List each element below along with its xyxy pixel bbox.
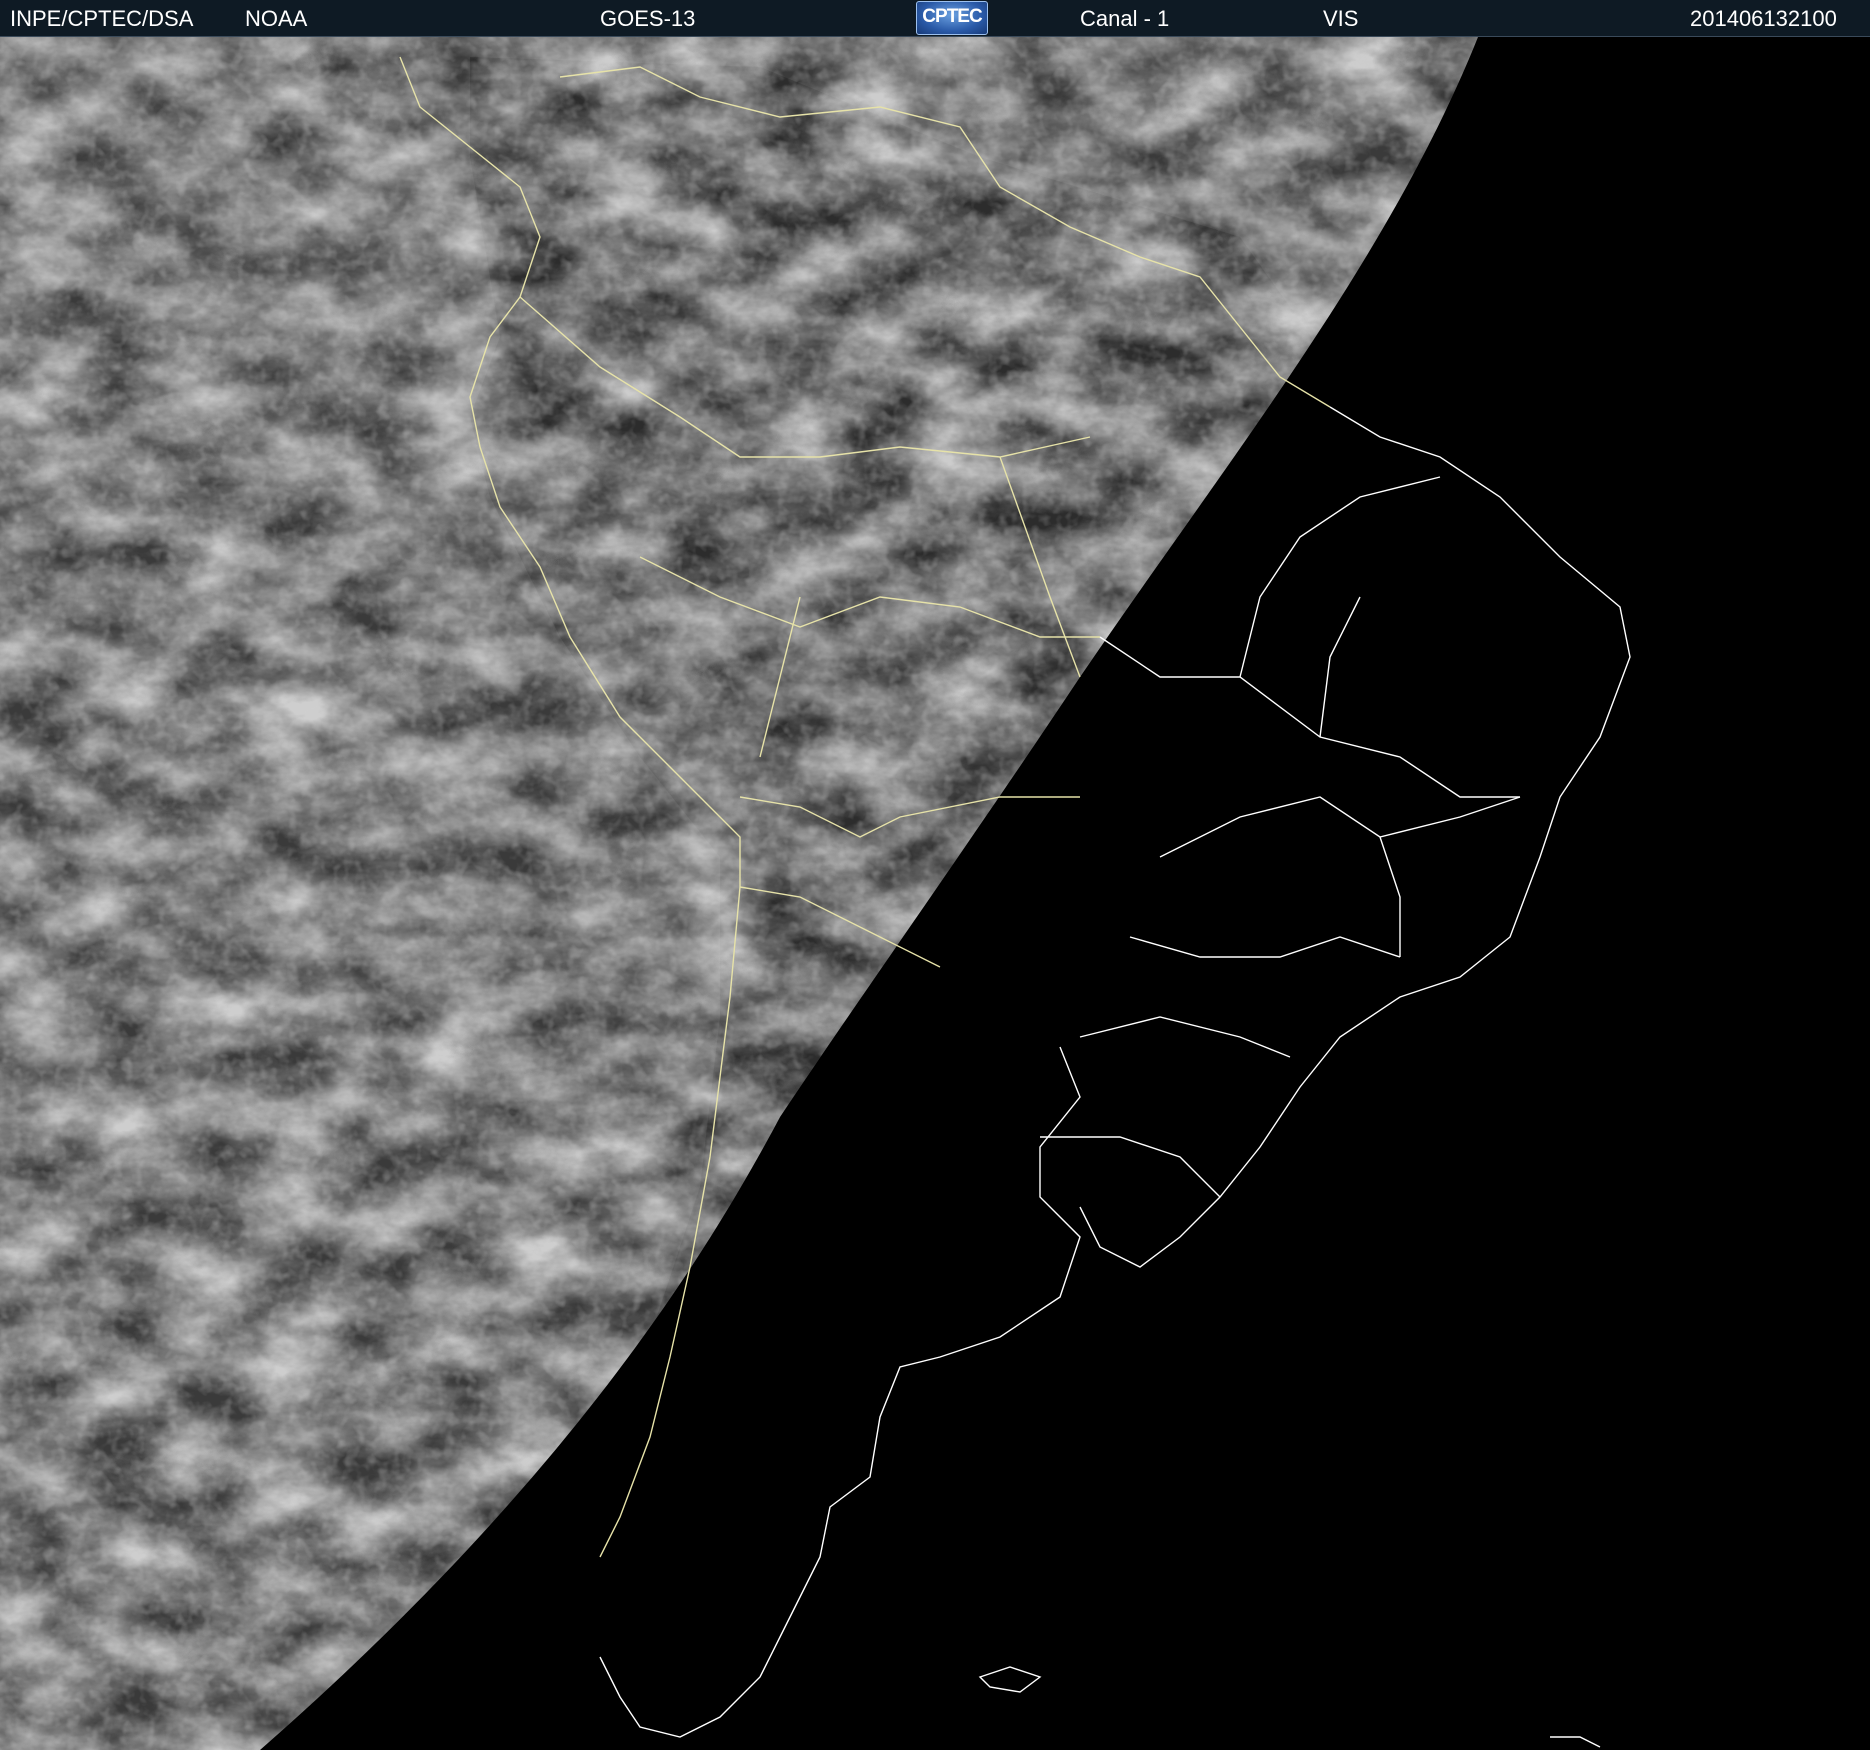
channel-label: Canal - 1 <box>1080 6 1170 31</box>
satellite-image-page: INPE/CPTEC/DSA NOAA GOES-13 CPTEC Canal … <box>0 0 1870 1750</box>
image-header-bar: INPE/CPTEC/DSA NOAA GOES-13 CPTEC Canal … <box>0 0 1870 37</box>
satellite-label: GOES-13 <box>600 6 696 31</box>
satellite-image <box>0 37 1870 1750</box>
satellite-image-svg <box>0 37 1870 1750</box>
provider-label: NOAA <box>245 6 308 31</box>
logo-text: CPTEC <box>922 6 982 27</box>
band-label: VIS <box>1323 6 1359 31</box>
cptec-logo: CPTEC <box>916 1 988 35</box>
timestamp-label: 201406132100 <box>1690 6 1837 31</box>
agency-label: INPE/CPTEC/DSA <box>10 6 194 31</box>
